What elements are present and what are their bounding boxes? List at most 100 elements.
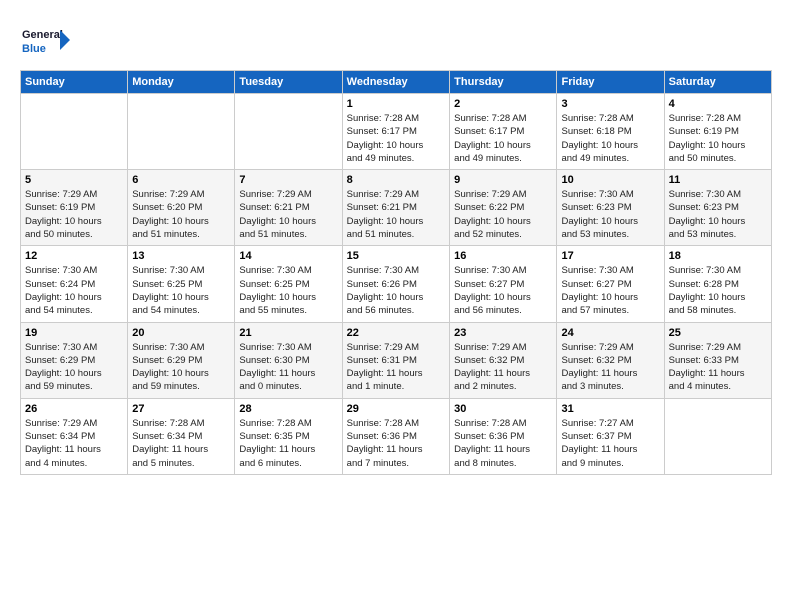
calendar-cell: 19 Sunrise: 7:30 AM Sunset: 6:29 PM Dayli… (21, 322, 128, 398)
day-info: Sunrise: 7:30 AM Sunset: 6:25 PM Dayligh… (132, 264, 230, 317)
day-header-monday: Monday (128, 71, 235, 94)
day-number: 9 (454, 174, 552, 186)
day-header-tuesday: Tuesday (235, 71, 342, 94)
day-number: 22 (347, 327, 445, 339)
calendar-cell: 24 Sunrise: 7:29 AM Sunset: 6:32 PM Dayli… (557, 322, 664, 398)
day-number: 12 (25, 250, 123, 262)
day-header-sunday: Sunday (21, 71, 128, 94)
day-number: 5 (25, 174, 123, 186)
day-number: 19 (25, 327, 123, 339)
calendar-cell: 31 Sunrise: 7:27 AM Sunset: 6:37 PM Dayli… (557, 398, 664, 474)
day-number: 6 (132, 174, 230, 186)
day-number: 10 (561, 174, 659, 186)
page-header: General Blue (20, 20, 772, 60)
day-info: Sunrise: 7:30 AM Sunset: 6:28 PM Dayligh… (669, 264, 767, 317)
calendar-cell: 7Sunrise: 7:29 AM Sunset: 6:21 PM Daylig… (235, 170, 342, 246)
day-number: 28 (239, 403, 337, 415)
day-info: Sunrise: 7:30 AM Sunset: 6:29 PM Dayligh… (25, 341, 123, 394)
calendar-cell: 26 Sunrise: 7:29 AM Sunset: 6:34 PM Dayli… (21, 398, 128, 474)
day-info: Sunrise: 7:30 AM Sunset: 6:24 PM Dayligh… (25, 264, 123, 317)
calendar-cell: 12 Sunrise: 7:30 AM Sunset: 6:24 PM Dayli… (21, 246, 128, 322)
day-number: 8 (347, 174, 445, 186)
day-number: 23 (454, 327, 552, 339)
day-info: Sunrise: 7:29 AM Sunset: 6:34 PM Dayligh… (25, 417, 123, 470)
calendar-cell: 8 Sunrise: 7:29 AM Sunset: 6:21 PM Daylig… (342, 170, 449, 246)
day-info: Sunrise: 7:29 AM Sunset: 6:22 PM Dayligh… (454, 188, 552, 241)
day-number: 17 (561, 250, 659, 262)
calendar-week-row: 19 Sunrise: 7:30 AM Sunset: 6:29 PM Dayli… (21, 322, 772, 398)
day-info: Sunrise: 7:29 AM Sunset: 6:32 PM Dayligh… (561, 341, 659, 394)
day-info: Sunrise: 7:30 AM Sunset: 6:27 PM Dayligh… (454, 264, 552, 317)
day-info: Sunrise: 7:28 AM Sunset: 6:36 PM Dayligh… (347, 417, 445, 470)
calendar-cell: 4Sunrise: 7:28 AM Sunset: 6:19 PM Daylig… (664, 94, 771, 170)
day-info: Sunrise: 7:29 AM Sunset: 6:21 PM Dayligh… (239, 188, 337, 241)
calendar-cell: 27Sunrise: 7:28 AM Sunset: 6:34 PM Dayli… (128, 398, 235, 474)
calendar-cell: 2 Sunrise: 7:28 AM Sunset: 6:17 PM Daylig… (450, 94, 557, 170)
day-info: Sunrise: 7:30 AM Sunset: 6:25 PM Dayligh… (239, 264, 337, 317)
calendar-week-row: 1 Sunrise: 7:28 AM Sunset: 6:17 PM Daylig… (21, 94, 772, 170)
calendar-cell: 6Sunrise: 7:29 AM Sunset: 6:20 PM Daylig… (128, 170, 235, 246)
calendar-cell: 17 Sunrise: 7:30 AM Sunset: 6:27 PM Dayli… (557, 246, 664, 322)
calendar-cell (21, 94, 128, 170)
day-info: Sunrise: 7:28 AM Sunset: 6:19 PM Dayligh… (669, 112, 767, 165)
calendar-week-row: 5 Sunrise: 7:29 AM Sunset: 6:19 PM Daylig… (21, 170, 772, 246)
day-number: 1 (347, 98, 445, 110)
day-number: 3 (561, 98, 659, 110)
day-info: Sunrise: 7:30 AM Sunset: 6:26 PM Dayligh… (347, 264, 445, 317)
calendar-week-row: 12 Sunrise: 7:30 AM Sunset: 6:24 PM Dayli… (21, 246, 772, 322)
day-info: Sunrise: 7:28 AM Sunset: 6:35 PM Dayligh… (239, 417, 337, 470)
calendar-cell: 14 Sunrise: 7:30 AM Sunset: 6:25 PM Dayli… (235, 246, 342, 322)
day-number: 21 (239, 327, 337, 339)
day-info: Sunrise: 7:29 AM Sunset: 6:19 PM Dayligh… (25, 188, 123, 241)
calendar-cell: 25 Sunrise: 7:29 AM Sunset: 6:33 PM Dayli… (664, 322, 771, 398)
calendar-cell: 22Sunrise: 7:29 AM Sunset: 6:31 PM Dayli… (342, 322, 449, 398)
calendar-cell: 5 Sunrise: 7:29 AM Sunset: 6:19 PM Daylig… (21, 170, 128, 246)
day-info: Sunrise: 7:27 AM Sunset: 6:37 PM Dayligh… (561, 417, 659, 470)
day-header-wednesday: Wednesday (342, 71, 449, 94)
calendar-cell: 10 Sunrise: 7:30 AM Sunset: 6:23 PM Dayli… (557, 170, 664, 246)
calendar-cell: 9 Sunrise: 7:29 AM Sunset: 6:22 PM Daylig… (450, 170, 557, 246)
calendar-cell: 16 Sunrise: 7:30 AM Sunset: 6:27 PM Dayli… (450, 246, 557, 322)
calendar-cell (128, 94, 235, 170)
svg-text:Blue: Blue (22, 43, 46, 55)
calendar-header-row: SundayMondayTuesdayWednesdayThursdayFrid… (21, 71, 772, 94)
day-number: 26 (25, 403, 123, 415)
day-number: 16 (454, 250, 552, 262)
day-number: 11 (669, 174, 767, 186)
day-number: 20 (132, 327, 230, 339)
day-number: 24 (561, 327, 659, 339)
day-info: Sunrise: 7:30 AM Sunset: 6:23 PM Dayligh… (669, 188, 767, 241)
calendar-cell: 13Sunrise: 7:30 AM Sunset: 6:25 PM Dayli… (128, 246, 235, 322)
day-info: Sunrise: 7:28 AM Sunset: 6:17 PM Dayligh… (454, 112, 552, 165)
day-number: 15 (347, 250, 445, 262)
day-number: 25 (669, 327, 767, 339)
calendar-cell: 21Sunrise: 7:30 AM Sunset: 6:30 PM Dayli… (235, 322, 342, 398)
day-info: Sunrise: 7:29 AM Sunset: 6:21 PM Dayligh… (347, 188, 445, 241)
calendar-table: SundayMondayTuesdayWednesdayThursdayFrid… (20, 70, 772, 475)
day-number: 31 (561, 403, 659, 415)
logo-svg: General Blue (20, 20, 70, 60)
day-number: 30 (454, 403, 552, 415)
day-number: 27 (132, 403, 230, 415)
day-number: 2 (454, 98, 552, 110)
day-info: Sunrise: 7:28 AM Sunset: 6:36 PM Dayligh… (454, 417, 552, 470)
day-info: Sunrise: 7:30 AM Sunset: 6:29 PM Dayligh… (132, 341, 230, 394)
day-number: 14 (239, 250, 337, 262)
day-info: Sunrise: 7:29 AM Sunset: 6:32 PM Dayligh… (454, 341, 552, 394)
day-info: Sunrise: 7:29 AM Sunset: 6:33 PM Dayligh… (669, 341, 767, 394)
day-info: Sunrise: 7:30 AM Sunset: 6:27 PM Dayligh… (561, 264, 659, 317)
logo: General Blue (20, 20, 70, 60)
calendar-cell: 3 Sunrise: 7:28 AM Sunset: 6:18 PM Daylig… (557, 94, 664, 170)
calendar-cell: 29 Sunrise: 7:28 AM Sunset: 6:36 PM Dayli… (342, 398, 449, 474)
calendar-week-row: 26 Sunrise: 7:29 AM Sunset: 6:34 PM Dayli… (21, 398, 772, 474)
calendar-cell: 23 Sunrise: 7:29 AM Sunset: 6:32 PM Dayli… (450, 322, 557, 398)
day-number: 29 (347, 403, 445, 415)
calendar-cell (664, 398, 771, 474)
day-info: Sunrise: 7:28 AM Sunset: 6:18 PM Dayligh… (561, 112, 659, 165)
day-info: Sunrise: 7:30 AM Sunset: 6:23 PM Dayligh… (561, 188, 659, 241)
day-header-friday: Friday (557, 71, 664, 94)
calendar-cell: 20 Sunrise: 7:30 AM Sunset: 6:29 PM Dayli… (128, 322, 235, 398)
calendar-cell: 18Sunrise: 7:30 AM Sunset: 6:28 PM Dayli… (664, 246, 771, 322)
calendar-cell: 30 Sunrise: 7:28 AM Sunset: 6:36 PM Dayli… (450, 398, 557, 474)
day-header-thursday: Thursday (450, 71, 557, 94)
